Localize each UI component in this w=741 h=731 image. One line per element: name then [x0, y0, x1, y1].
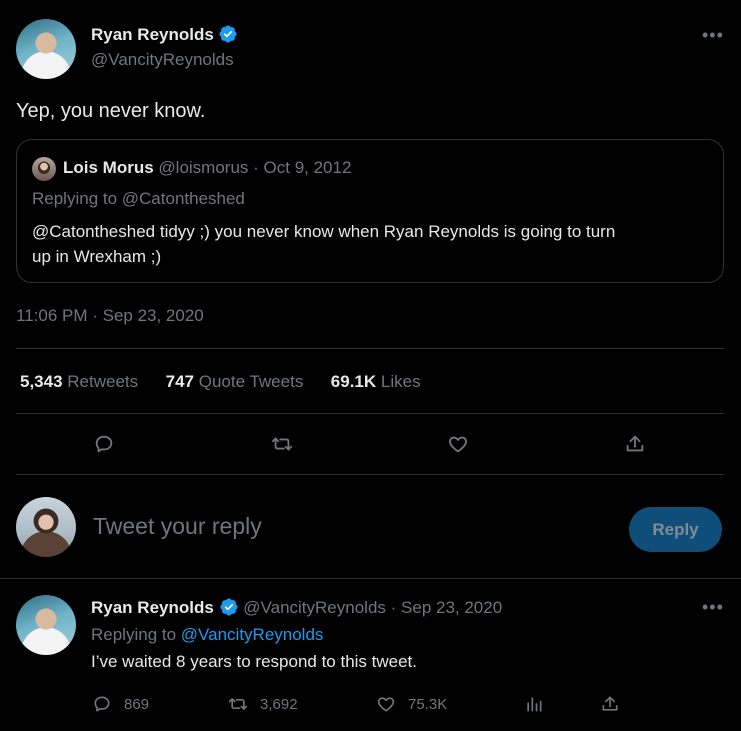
reply-author-handle[interactable]: @VancityReynolds	[243, 598, 386, 617]
verified-badge-icon	[220, 598, 238, 616]
tweet-page: Ryan Reynolds @VancityReynolds ••• Yep, …	[0, 0, 741, 731]
reply-author-avatar[interactable]	[16, 595, 76, 655]
reply-replying-to: Replying to @VancityReynolds	[91, 625, 323, 645]
reply-input[interactable]: Tweet your reply	[93, 513, 262, 540]
likes-stat[interactable]: 69.1K Likes	[331, 372, 421, 391]
quoted-text-line-2: up in Wrexham ;)	[32, 247, 162, 266]
author-name-row: Ryan Reynolds	[91, 24, 238, 45]
reply-header: Ryan Reynolds @VancityReynolds · Sep 23,…	[91, 597, 502, 618]
retweet-action[interactable]: 3,692	[228, 694, 298, 714]
quote-tweets-label: Quote Tweets	[198, 372, 304, 391]
like-icon	[377, 697, 395, 712]
replying-to-label: Replying to	[91, 625, 177, 644]
retweets-label: Retweets	[67, 372, 139, 391]
retweets-stat[interactable]: 5,343 Retweets	[20, 372, 143, 391]
divider	[16, 413, 724, 414]
tweet-text: Yep, you never know.	[16, 100, 206, 122]
replying-to-handle[interactable]: @VancityReynolds	[181, 625, 324, 644]
share-action[interactable]	[600, 694, 620, 714]
author-name[interactable]: Ryan Reynolds	[91, 25, 214, 44]
likes-count: 69.1K	[330, 372, 377, 391]
divider	[0, 578, 741, 579]
user-avatar[interactable]	[16, 497, 76, 557]
quoted-author-name: Lois Morus	[63, 158, 154, 177]
quoted-date: · Oct 9, 2012	[253, 158, 352, 177]
quoted-header: Lois Morus @loismorus · Oct 9, 2012	[63, 158, 351, 178]
reply-action[interactable]: 869	[92, 694, 149, 714]
reply-author-name[interactable]: Ryan Reynolds	[91, 598, 214, 617]
share-icon	[602, 696, 618, 711]
retweet-icon[interactable]	[270, 432, 294, 456]
stats-row: 5,343 Retweets 747 Quote Tweets 69.1K Li…	[20, 372, 421, 392]
tweet-timestamp[interactable]: 11:06 PM · Sep 23, 2020	[16, 306, 204, 326]
divider	[16, 348, 724, 349]
likes-label: Likes	[380, 372, 421, 391]
retweet-count: 3,692	[260, 695, 298, 713]
quoted-author-handle: @loismorus	[158, 158, 249, 177]
reply-text: I’ve waited 8 years to respond to this t…	[91, 652, 418, 671]
more-icon[interactable]: •••	[702, 598, 724, 616]
reply-icon	[94, 696, 110, 712]
quote-tweets-count: 747	[165, 372, 194, 391]
retweet-icon	[228, 698, 248, 710]
analytics-action[interactable]	[524, 694, 544, 714]
author-handle[interactable]: @VancityReynolds	[91, 50, 234, 70]
quoted-tweet-card[interactable]: Lois Morus @loismorus · Oct 9, 2012 Repl…	[16, 139, 724, 283]
quoted-text: @Catontheshed tidyy ;) you never know wh…	[32, 219, 615, 269]
like-icon[interactable]	[446, 432, 470, 456]
verified-badge-icon	[219, 25, 237, 43]
like-count: 75.3K	[408, 695, 448, 713]
quote-tweets-stat[interactable]: 747 Quote Tweets	[166, 372, 308, 391]
author-avatar[interactable]	[16, 19, 76, 79]
reply-icon[interactable]	[92, 432, 116, 456]
quoted-author-avatar	[32, 157, 56, 181]
share-icon[interactable]	[623, 432, 647, 456]
like-action[interactable]: 75.3K	[376, 694, 447, 714]
reply-count: 869	[124, 695, 150, 713]
analytics-icon	[527, 697, 542, 712]
quoted-replying-to: Replying to @Catontheshed	[32, 189, 245, 208]
quoted-text-line-1: @Catontheshed tidyy ;) you never know wh…	[32, 222, 616, 241]
reply-date[interactable]: · Sep 23, 2020	[391, 598, 503, 617]
retweets-count: 5,343	[20, 372, 63, 391]
reply-button[interactable]: Reply	[629, 507, 722, 552]
divider	[16, 474, 724, 475]
more-icon[interactable]: •••	[702, 26, 724, 44]
